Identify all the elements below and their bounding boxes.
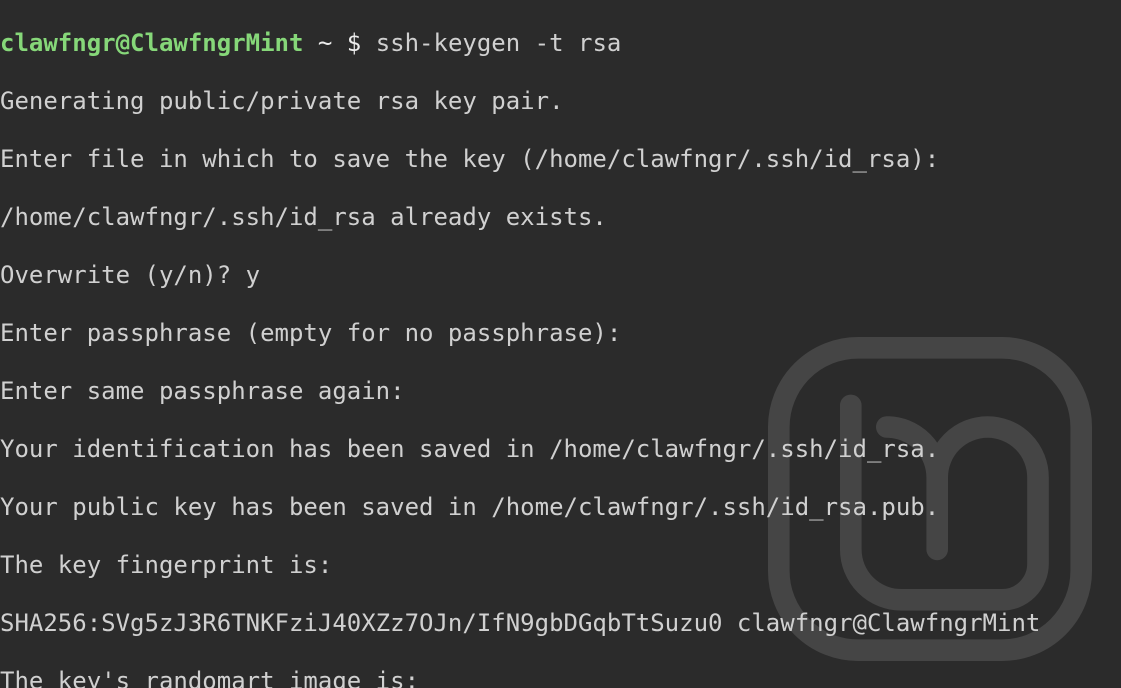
output-line: Enter same passphrase again: (0, 377, 1040, 406)
prompt-user-host: clawfngr@ClawfngrMint (0, 29, 303, 57)
output-line: The key fingerprint is: (0, 551, 1040, 580)
prompt-sigil: $ (347, 29, 361, 57)
output-line: Enter passphrase (empty for no passphras… (0, 319, 1040, 348)
output-line: Your identification has been saved in /h… (0, 435, 1040, 464)
prompt-line-1: clawfngr@ClawfngrMint ~ $ ssh-keygen -t … (0, 29, 1040, 58)
prompt-cwd: ~ (318, 29, 332, 57)
output-line: The key's randomart image is: (0, 667, 1040, 688)
command-1: ssh-keygen -t rsa (376, 29, 622, 57)
output-line: Enter file in which to save the key (/ho… (0, 145, 1040, 174)
output-line: Generating public/private rsa key pair. (0, 87, 1040, 116)
output-line: Your public key has been saved in /home/… (0, 493, 1040, 522)
output-line: /home/clawfngr/.ssh/id_rsa already exist… (0, 203, 1040, 232)
output-line: Overwrite (y/n)? y (0, 261, 1040, 290)
output-line: SHA256:SVg5zJ3R6TNKFziJ40XZz7OJn/IfN9gbD… (0, 609, 1040, 638)
terminal-output[interactable]: clawfngr@ClawfngrMint ~ $ ssh-keygen -t … (0, 0, 1040, 688)
